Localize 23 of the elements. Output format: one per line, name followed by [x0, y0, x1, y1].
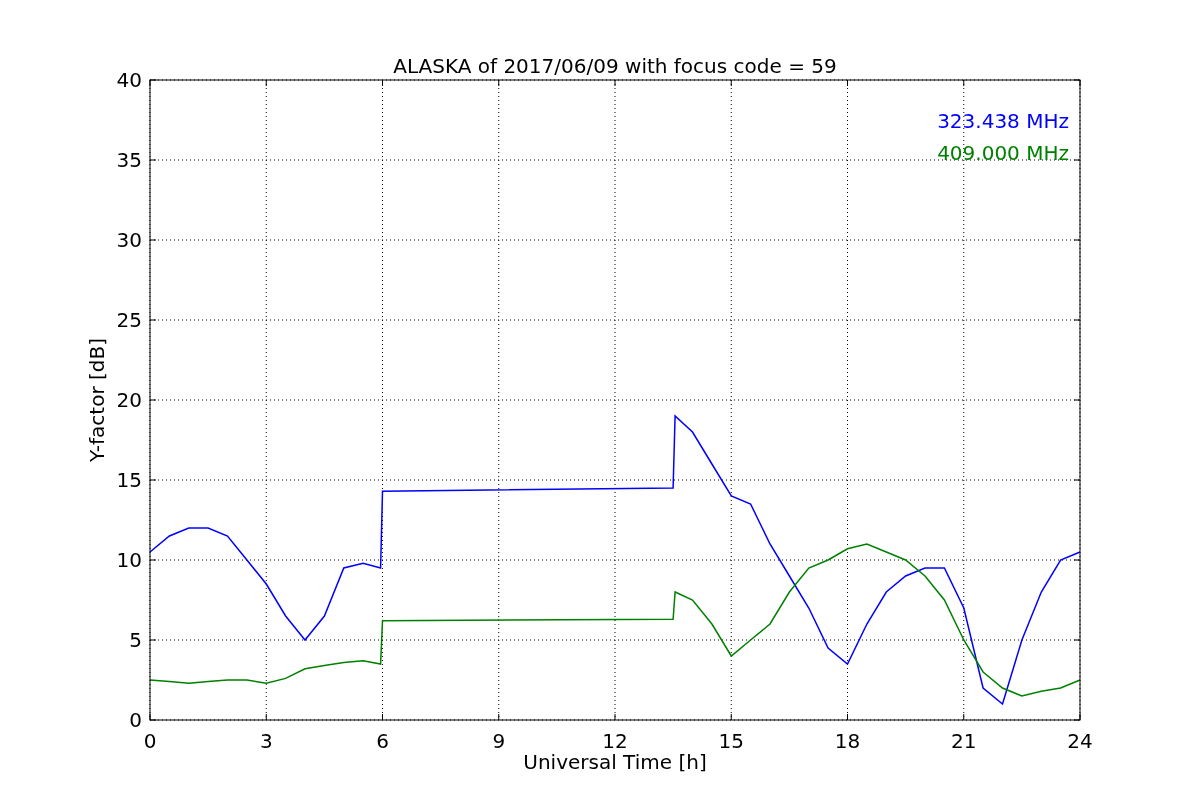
x-tick-label: 24 [1067, 729, 1093, 753]
y-tick-label: 20 [116, 388, 142, 412]
legend-label: 323.438 MHz [937, 109, 1069, 133]
x-axis-title: Universal Time [h] [523, 750, 707, 774]
x-tick-label: 21 [951, 729, 977, 753]
x-tick-label: 6 [376, 729, 389, 753]
y-tick-label: 40 [116, 68, 142, 92]
y-tick-label: 30 [116, 228, 142, 252]
x-tick-label: 15 [718, 729, 744, 753]
y-tick-label: 10 [116, 548, 142, 572]
x-tick-label: 18 [834, 729, 861, 753]
x-tick-label: 9 [492, 729, 506, 753]
legend-label: 409.000 MHz [937, 141, 1069, 165]
chart-title: ALASKA of 2017/06/09 with focus code = 59 [393, 54, 837, 78]
x-tick-label: 12 [602, 729, 628, 753]
y-tick-label: 35 [116, 148, 142, 172]
y-axis-title: Y-factor [dB] [85, 338, 109, 462]
y-tick-label: 5 [129, 628, 142, 652]
y-tick-label: 15 [116, 468, 142, 492]
y-tick-label: 0 [129, 708, 142, 732]
y-tick-label: 25 [116, 308, 142, 332]
x-tick-label: 3 [259, 729, 273, 753]
x-tick-label: 0 [143, 729, 157, 753]
